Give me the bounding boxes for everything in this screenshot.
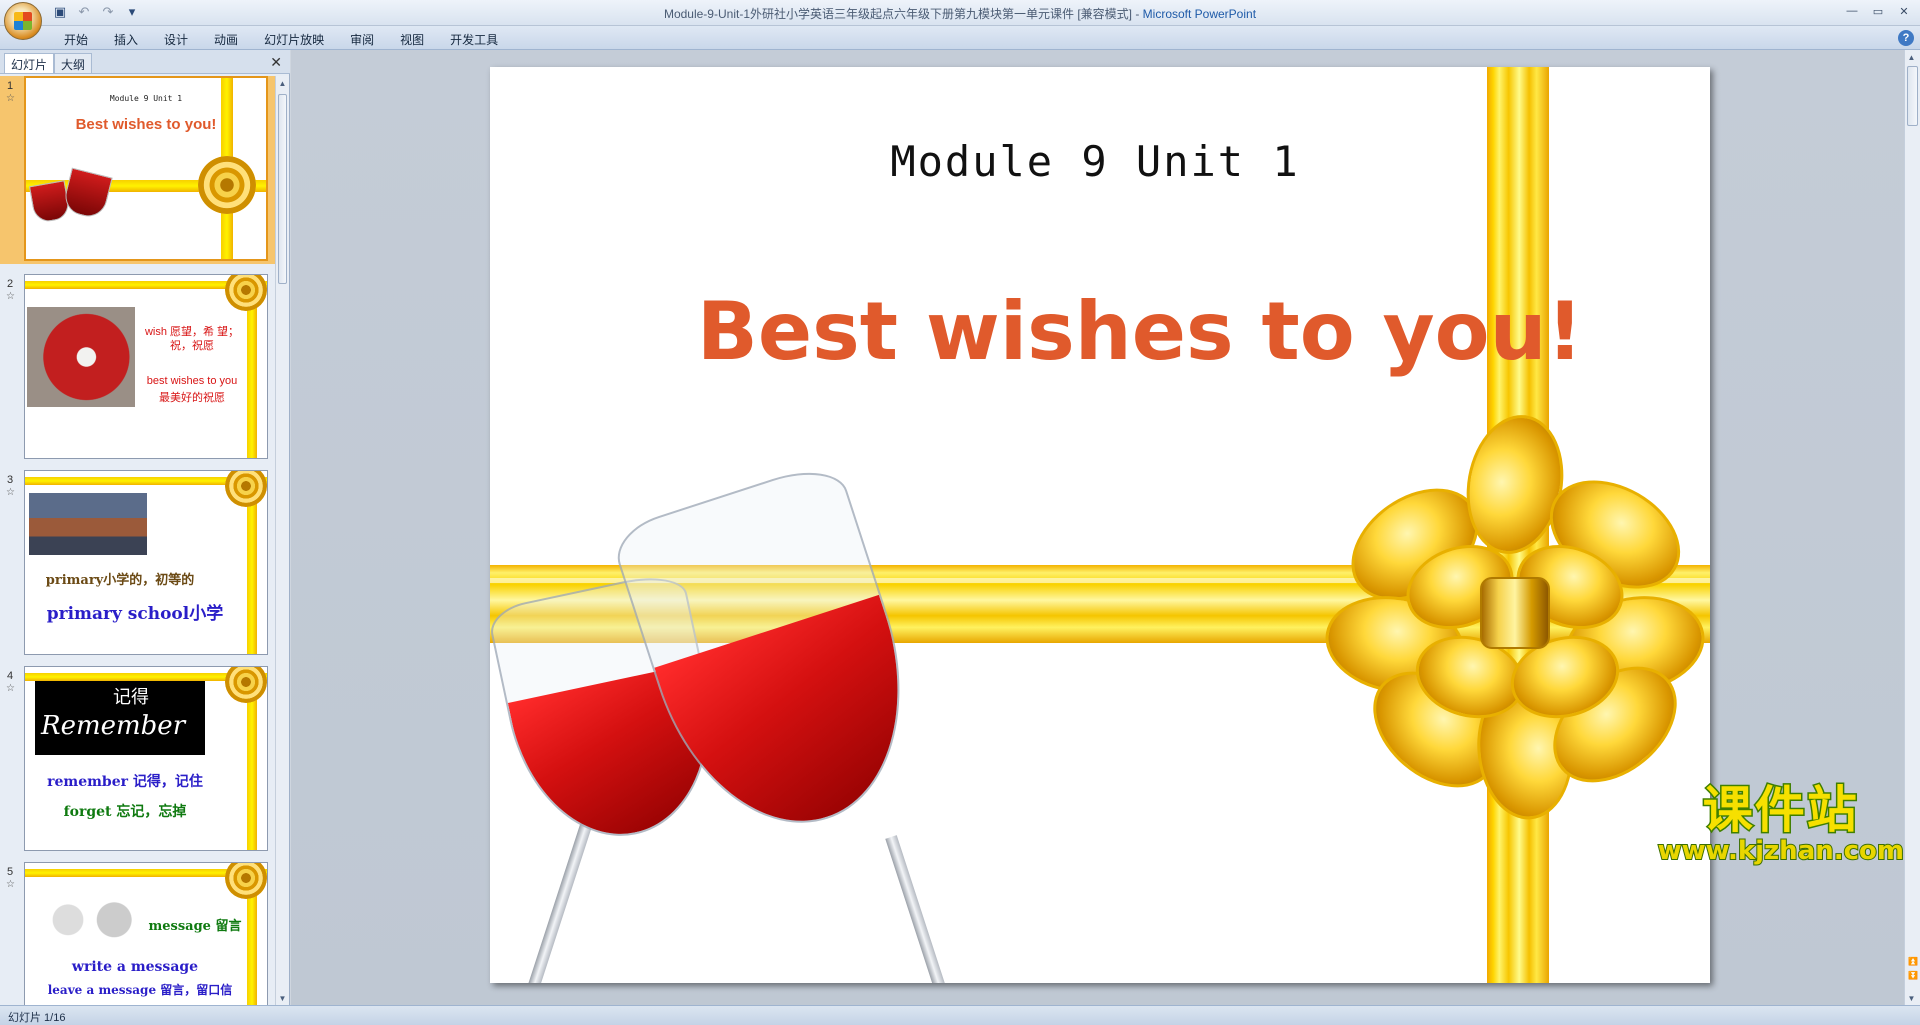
office-button[interactable] — [4, 2, 42, 40]
bow-icon — [225, 275, 267, 311]
message-cartoon-image — [35, 899, 145, 951]
slide-title[interactable]: Best wishes to you! — [640, 285, 1640, 378]
title-bar: ▣ ↶ ↷ ▾ Module-9-Unit-1外研社小学英语三年级起点六年级下册… — [0, 0, 1920, 40]
next-slide-icon[interactable]: ⏬ — [1906, 969, 1920, 981]
scroll-thumb[interactable] — [1907, 66, 1918, 126]
bow-icon — [225, 471, 267, 507]
slide-preview[interactable]: primary小学的，初等的 primary school小学 — [24, 470, 268, 655]
wine-glass-icon — [61, 167, 113, 221]
close-button[interactable]: ✕ — [1892, 2, 1916, 20]
thumbnail-list: 1 ☆ Module 9 Unit 1 Best wishes to you! … — [0, 76, 276, 1005]
slide-indicator: 幻灯片 1/16 — [8, 1012, 66, 1024]
tab-developer[interactable]: 开发工具 — [438, 29, 510, 50]
scroll-down-icon[interactable]: ▼ — [1905, 991, 1918, 1005]
thumb-subtitle: Module 9 Unit 1 — [109, 94, 183, 103]
scroll-down-icon[interactable]: ▼ — [276, 991, 289, 1005]
thumb-title: Best wishes to you! — [75, 116, 217, 133]
heart-roses-image — [27, 307, 135, 407]
transition-star-icon: ☆ — [6, 93, 15, 104]
slide-subtitle[interactable]: Module 9 Unit 1 — [490, 137, 1700, 186]
transition-star-icon: ☆ — [6, 879, 15, 890]
slide-thumbnail-3[interactable]: 3 ☆ primary小学的，初等的 primary school小学 — [0, 470, 276, 658]
watermark-url: www.kjzhan.com — [1657, 835, 1905, 867]
thumb-line: best wishes to you — [146, 375, 238, 387]
office-logo-icon — [14, 12, 32, 30]
tab-insert[interactable]: 插入 — [102, 29, 150, 50]
scroll-thumb[interactable] — [278, 94, 287, 284]
ribbon-tabs-bar: 开始 插入 设计 动画 幻灯片放映 审阅 视图 开发工具 ? — [0, 26, 1920, 50]
panel-tabs: 幻灯片 大纲 ✕ — [0, 50, 290, 74]
thumb-line: message 留言 — [148, 919, 242, 934]
slide-number: 1 — [7, 80, 14, 92]
window-title: Module-9-Unit-1外研社小学英语三年级起点六年级下册第九模块第一单元… — [0, 5, 1920, 22]
slide-number: 4 — [7, 670, 14, 682]
thumb-line: remember 记得，记住 — [47, 774, 203, 790]
scroll-up-icon[interactable]: ▲ — [276, 76, 289, 90]
tab-animations[interactable]: 动画 — [202, 29, 250, 50]
transition-star-icon: ☆ — [6, 291, 15, 302]
image-text-en: Remember — [41, 711, 186, 741]
thumb-line: forget 忘记，忘掉 — [63, 804, 187, 820]
bow-icon — [225, 863, 267, 899]
thumbnail-scrollbar[interactable]: ▲ ▼ — [275, 76, 289, 1005]
slides-panel: 幻灯片 大纲 ✕ 1 ☆ Module 9 Unit 1 Best wishes… — [0, 50, 290, 1005]
editor-scrollbar[interactable]: ▲ ⏫ ⏬ ▼ — [1904, 50, 1920, 1005]
bow-icon — [225, 667, 267, 703]
slide-number: 5 — [7, 866, 14, 878]
school-building-image — [29, 493, 147, 555]
minimize-button[interactable]: — — [1840, 2, 1864, 20]
thumb-line: primary小学的，初等的 — [45, 573, 195, 588]
status-bar: 幻灯片 1/16 — [0, 1005, 1920, 1025]
current-slide[interactable]: Module 9 Unit 1 Best wishes to you! — [490, 67, 1710, 983]
slide-thumbnail-4[interactable]: 4 ☆ 记得 Remember remember 记得，记住 forget 忘记… — [0, 666, 276, 854]
maximize-button[interactable]: ▭ — [1866, 2, 1890, 20]
slide-preview[interactable]: 记得 Remember remember 记得，记住 forget 忘记，忘掉 — [24, 666, 268, 851]
tab-slideshow[interactable]: 幻灯片放映 — [252, 29, 336, 50]
tab-slides[interactable]: 幻灯片 — [4, 53, 55, 73]
app-name: Microsoft PowerPoint — [1142, 7, 1257, 21]
slide-preview[interactable]: Module 9 Unit 1 Best wishes to you! — [24, 76, 268, 261]
slide-thumbnail-1[interactable]: 1 ☆ Module 9 Unit 1 Best wishes to you! — [0, 76, 276, 264]
previous-slide-icon[interactable]: ⏫ — [1906, 955, 1920, 967]
remember-image: 记得 Remember — [35, 681, 205, 755]
close-panel-icon[interactable]: ✕ — [270, 54, 282, 71]
thumb-line: primary school小学 — [46, 604, 224, 624]
tab-design[interactable]: 设计 — [152, 29, 200, 50]
slide-number: 3 — [7, 474, 14, 486]
slide-thumbnail-2[interactable]: 2 ☆ wish 愿望，希 望； 祝，祝愿 best wishes to you… — [0, 274, 276, 462]
scroll-up-icon[interactable]: ▲ — [1905, 50, 1918, 64]
slide-thumbnail-5[interactable]: 5 ☆ message 留言 write a message leave a m… — [0, 862, 276, 1005]
watermark-logo: 课件站 www.kjzhan.com — [1657, 770, 1905, 868]
slide-preview[interactable]: message 留言 write a message leave a messa… — [24, 862, 268, 1005]
tab-view[interactable]: 视图 — [388, 29, 436, 50]
bow-icon — [198, 156, 256, 214]
thumb-line: write a message — [71, 959, 199, 975]
slide-number: 2 — [7, 278, 14, 290]
tab-review[interactable]: 审阅 — [338, 29, 386, 50]
thumb-line: 最美好的祝愿 — [159, 392, 225, 404]
gold-bow-icon — [1317, 407, 1710, 824]
tab-outline[interactable]: 大纲 — [54, 53, 93, 73]
transition-star-icon: ☆ — [6, 487, 15, 498]
help-icon[interactable]: ? — [1898, 30, 1914, 46]
slide-preview[interactable]: wish 愿望，希 望； 祝，祝愿 best wishes to you 最美好… — [24, 274, 268, 459]
thumb-line: 祝，祝愿 — [170, 340, 214, 352]
window-controls: — ▭ ✕ — [1840, 2, 1916, 20]
slide-editor-area: Module 9 Unit 1 Best wishes to you! 课件站 … — [291, 50, 1920, 1005]
thumb-line: leave a message 留言，留口信 — [47, 983, 233, 997]
transition-star-icon: ☆ — [6, 683, 15, 694]
tab-home[interactable]: 开始 — [52, 29, 100, 50]
document-title: Module-9-Unit-1外研社小学英语三年级起点六年级下册第九模块第一单元… — [663, 7, 1143, 21]
wine-glass-icon — [28, 180, 72, 224]
image-text-cn: 记得 — [113, 687, 149, 708]
watermark-chinese: 课件站 — [1701, 780, 1859, 841]
